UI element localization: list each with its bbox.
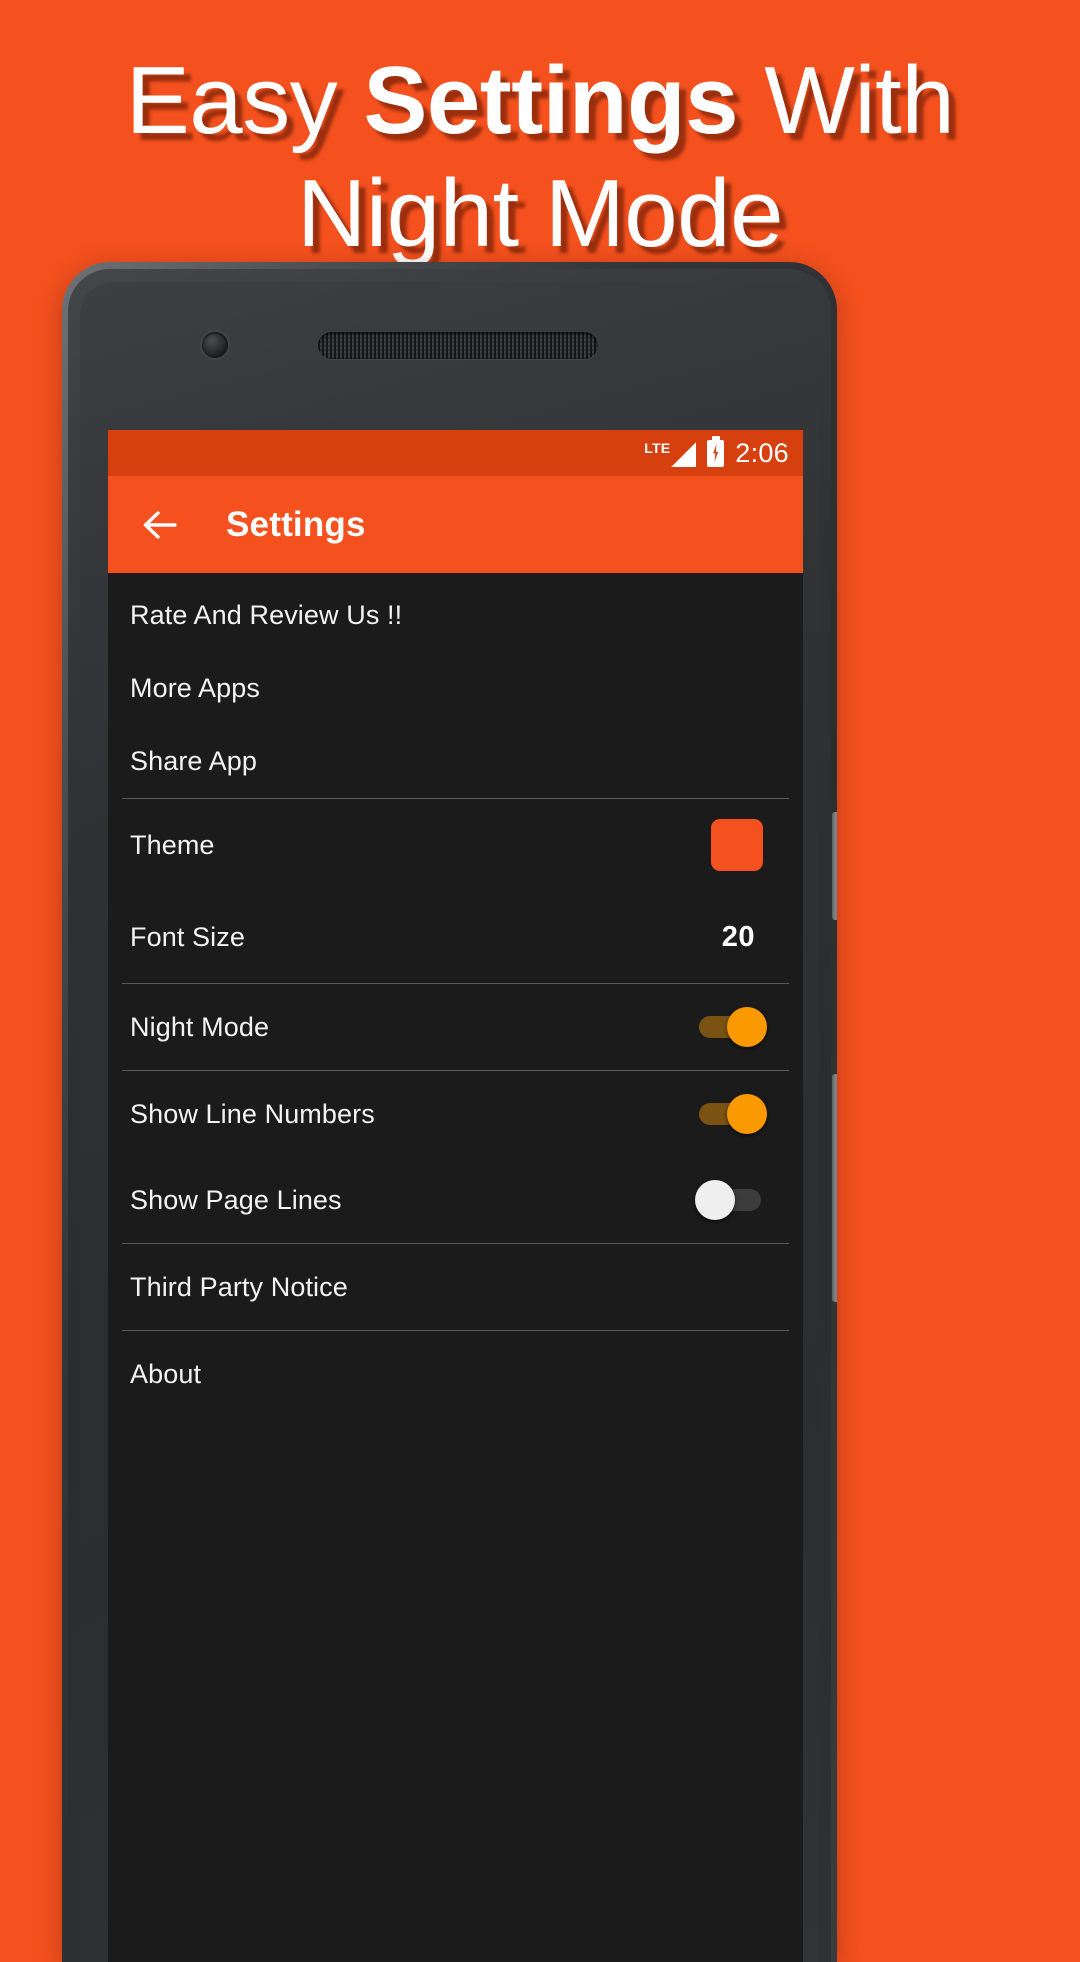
settings-label-theme: Theme — [130, 829, 215, 860]
settings-row-more-apps[interactable]: More Apps — [108, 652, 803, 725]
earpiece-speaker-icon — [318, 332, 598, 359]
settings-row-font-size[interactable]: Font Size 20 — [108, 891, 803, 983]
promo-headline: Easy Settings With Night Mode — [0, 44, 1080, 271]
volume-rocker[interactable] — [832, 1074, 837, 1302]
settings-label-third-party-notice: Third Party Notice — [130, 1271, 348, 1302]
settings-row-third-party-notice[interactable]: Third Party Notice — [108, 1244, 803, 1330]
signal-bars-icon: LTE — [644, 439, 697, 467]
power-button[interactable] — [832, 812, 837, 920]
phone-bezel: LTE 2:06 Settings Rate And Review Us !! … — [68, 269, 831, 1962]
lte-label: LTE — [644, 440, 671, 456]
headline-line-2: Night Mode — [297, 160, 783, 268]
settings-row-show-page-lines[interactable]: Show Page Lines — [108, 1157, 803, 1243]
settings-label-show-line-numbers: Show Line Numbers — [130, 1098, 375, 1129]
settings-row-theme[interactable]: Theme — [108, 799, 803, 891]
headline-word-settings: Settings — [363, 47, 739, 154]
show-page-lines-switch[interactable] — [695, 1178, 765, 1222]
headline-word-with: With — [738, 47, 955, 154]
settings-label-night-mode: Night Mode — [130, 1011, 270, 1042]
settings-label-font-size: Font Size — [130, 921, 245, 952]
app-toolbar: Settings — [108, 476, 803, 573]
battery-charging-icon — [707, 439, 725, 467]
status-bar: LTE 2:06 — [108, 430, 803, 476]
switch-thumb — [727, 1007, 767, 1047]
settings-label-about: About — [130, 1358, 202, 1389]
back-arrow-icon[interactable] — [136, 502, 182, 548]
theme-color-swatch[interactable] — [711, 819, 763, 871]
settings-label-rate: Rate And Review Us !! — [130, 600, 403, 630]
signal-triangle-icon — [671, 442, 697, 467]
headline-line-1: Easy Settings With — [0, 44, 1080, 157]
font-size-value: 20 — [721, 920, 755, 953]
charging-bolt-icon — [713, 444, 719, 462]
settings-row-rate[interactable]: Rate And Review Us !! — [108, 579, 803, 652]
phone-glass: LTE 2:06 Settings Rate And Review Us !! … — [80, 282, 819, 1962]
app-screen: LTE 2:06 Settings Rate And Review Us !! … — [108, 430, 803, 1962]
night-mode-switch[interactable] — [697, 1005, 767, 1049]
front-camera-icon — [202, 332, 228, 358]
settings-row-about[interactable]: About — [108, 1331, 803, 1417]
settings-label-share-app: Share App — [130, 746, 258, 776]
settings-list: Rate And Review Us !! More Apps Share Ap… — [108, 573, 803, 1417]
status-bar-icons: LTE 2:06 — [644, 439, 789, 467]
settings-row-show-line-numbers[interactable]: Show Line Numbers — [108, 1071, 803, 1157]
settings-label-more-apps: More Apps — [130, 673, 260, 703]
switch-thumb — [695, 1180, 735, 1220]
settings-row-night-mode[interactable]: Night Mode — [108, 984, 803, 1070]
status-bar-clock: 2:06 — [735, 437, 789, 468]
phone-mockup: LTE 2:06 Settings Rate And Review Us !! … — [62, 262, 837, 1962]
headline-word-easy: Easy — [125, 47, 364, 154]
show-line-numbers-switch[interactable] — [697, 1092, 767, 1136]
switch-thumb — [727, 1094, 767, 1134]
page-title: Settings — [226, 504, 366, 544]
settings-label-show-page-lines: Show Page Lines — [130, 1184, 342, 1215]
settings-row-share-app[interactable]: Share App — [108, 725, 803, 798]
